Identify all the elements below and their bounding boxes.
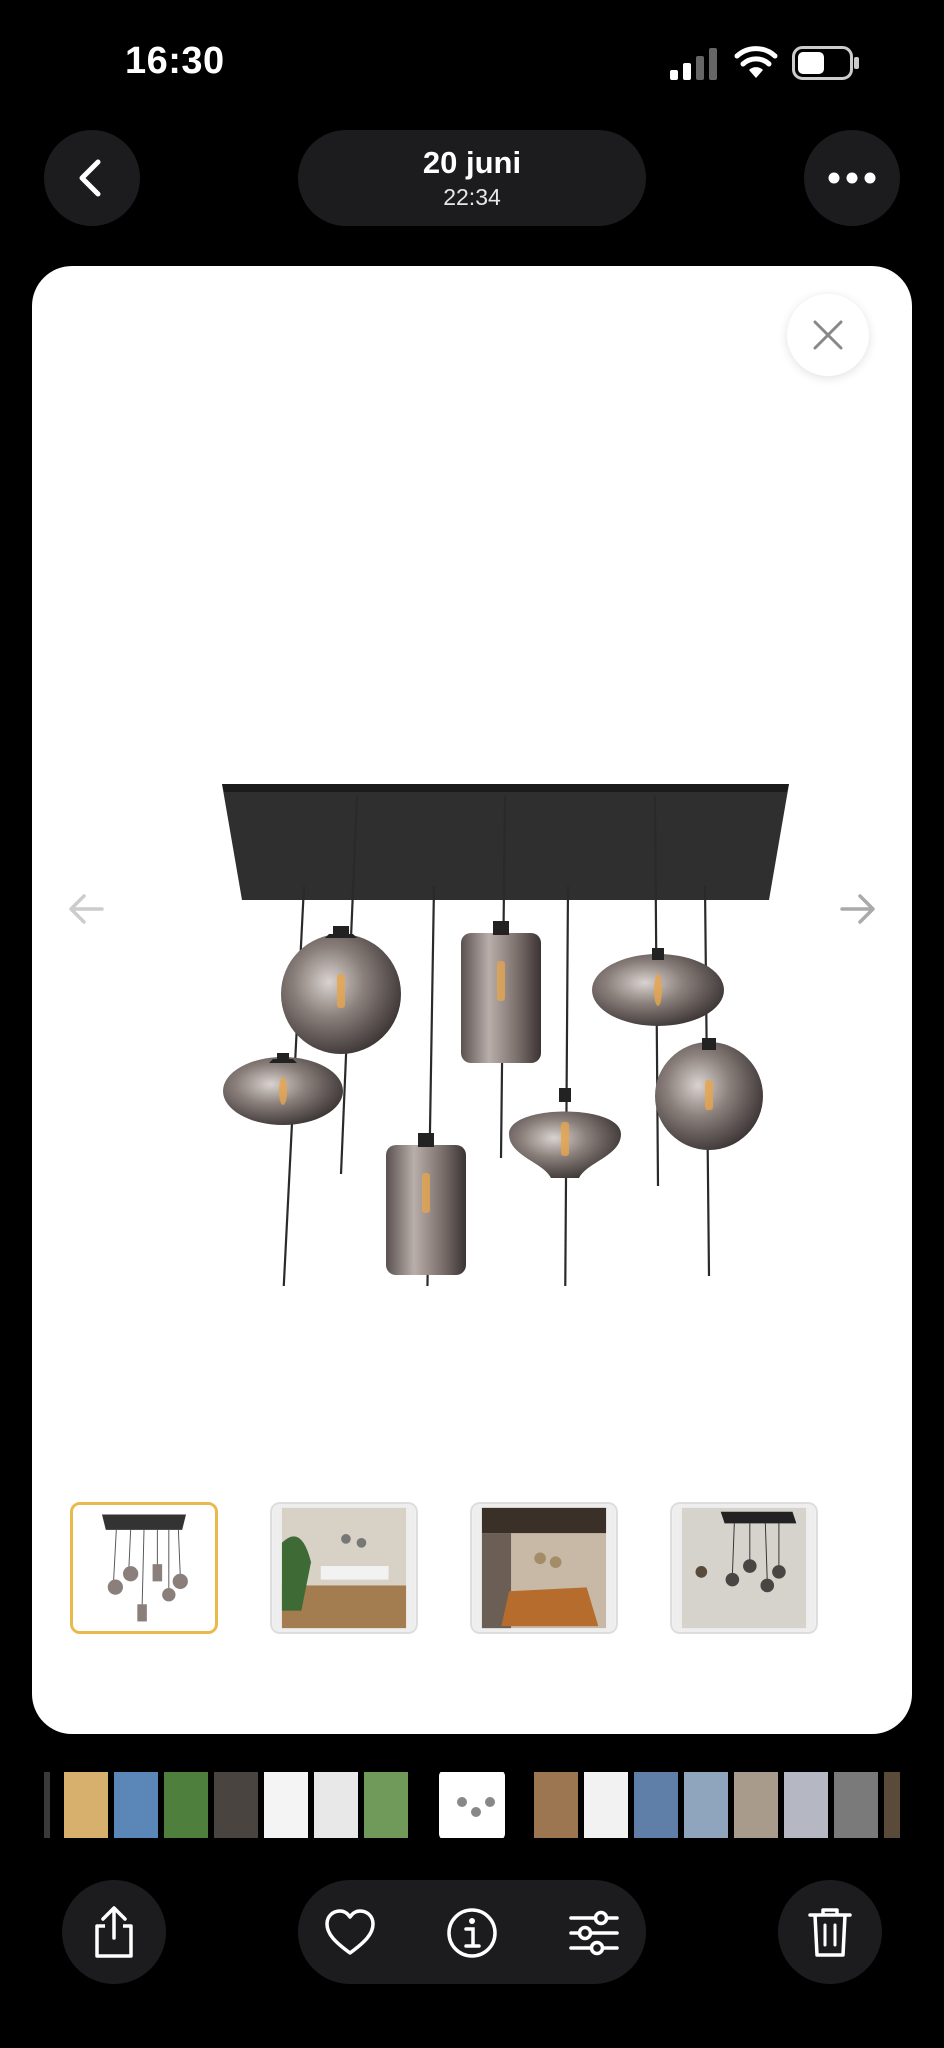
thumbnail-room-2-image	[472, 1504, 616, 1632]
thumbnail-room-1-image	[272, 1504, 416, 1632]
close-icon	[813, 320, 843, 350]
status-time: 16:30	[125, 40, 225, 82]
heart-icon[interactable]	[323, 1906, 377, 1960]
photo-actions-bar	[298, 1880, 646, 1984]
thumbnail-room-3[interactable]	[670, 1502, 818, 1634]
photo-time: 22:34	[443, 184, 501, 210]
share-icon	[95, 1906, 133, 1958]
date-pill: 20 juni 22:34	[298, 130, 646, 226]
trash-icon	[808, 1908, 852, 1957]
back-button[interactable]	[44, 130, 140, 226]
photo-filmstrip[interactable]	[44, 1772, 900, 1838]
chevron-left-icon	[79, 159, 101, 197]
wifi-icon	[734, 46, 778, 78]
thumbnail-room-3-image	[672, 1504, 816, 1632]
more-button[interactable]	[804, 130, 900, 226]
battery-icon	[792, 46, 859, 80]
arrow-right-icon[interactable]	[832, 884, 882, 934]
arrow-left-icon[interactable]	[62, 884, 112, 934]
pendant-lamp-image	[222, 784, 789, 1286]
delete-button[interactable]	[778, 1880, 882, 1984]
thumbnail-room-2[interactable]	[470, 1502, 618, 1634]
cellular-signal-icon	[670, 48, 717, 80]
ellipsis-icon	[828, 172, 876, 184]
photo-card[interactable]	[32, 266, 912, 1734]
share-button[interactable]	[62, 1880, 166, 1984]
photo-date: 20 juni	[422, 145, 522, 180]
sliders-icon[interactable]	[567, 1906, 621, 1960]
thumbnail-product[interactable]	[70, 1502, 218, 1634]
close-button[interactable]	[787, 294, 869, 376]
thumbnail-room-1[interactable]	[270, 1502, 418, 1634]
thumbnail-product-image	[73, 1505, 215, 1631]
info-icon[interactable]	[445, 1906, 499, 1960]
